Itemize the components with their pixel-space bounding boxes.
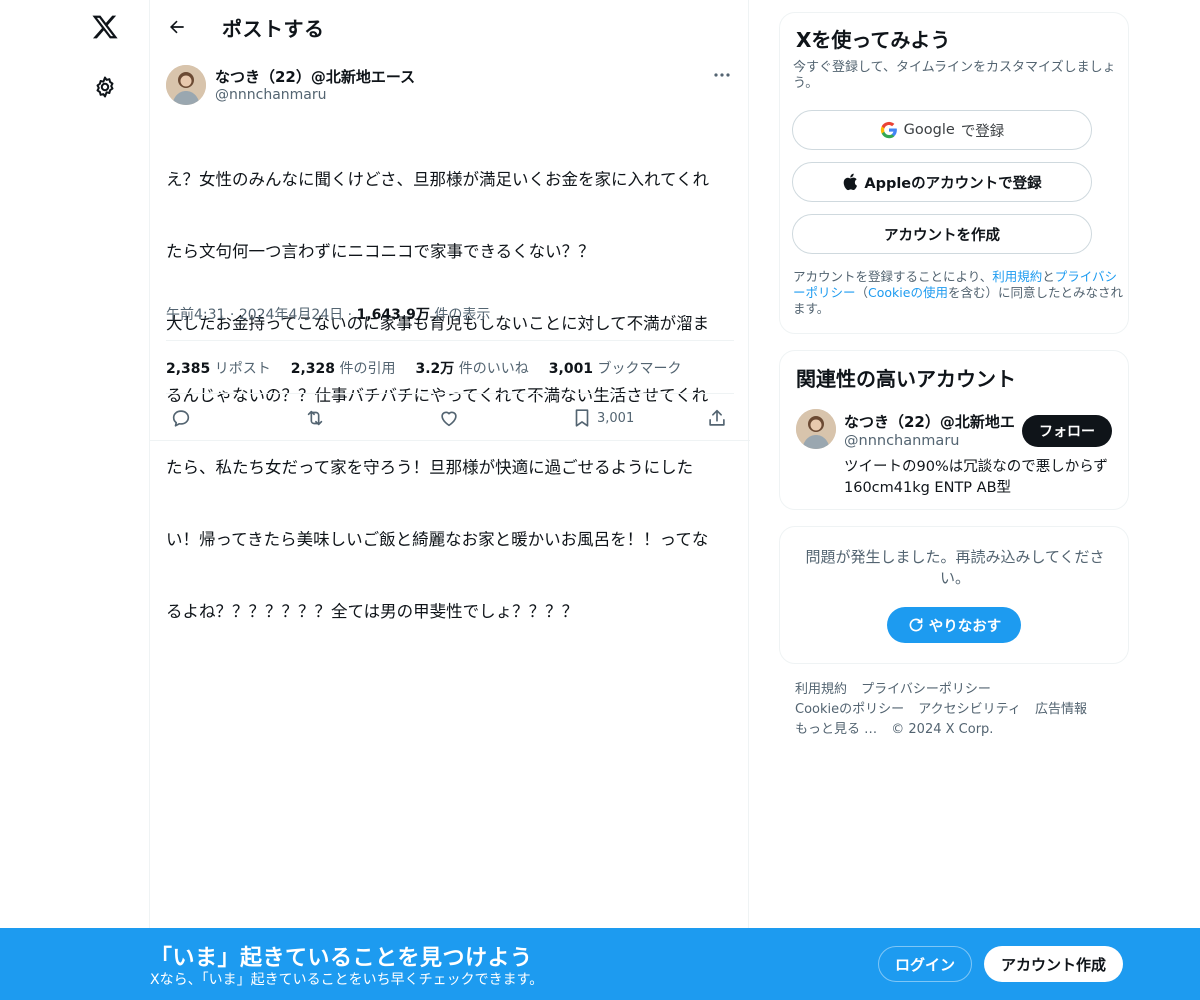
views-label: 件の表示 bbox=[434, 307, 491, 323]
signup-button[interactable]: アカウント作成 bbox=[984, 946, 1123, 982]
post-text-line: るよね？？？？？？？全ては男の甲斐性でしょ？？？？ bbox=[166, 602, 579, 621]
views-count: 1,643.9万 bbox=[356, 307, 430, 323]
create-account-label: アカウントを作成 bbox=[884, 227, 1000, 244]
page-title: ポストする bbox=[222, 17, 325, 41]
bookmarks-stat[interactable]: 3,001 ブックマーク bbox=[549, 358, 682, 378]
footer-links: 利用規約 プライバシーポリシー Cookieのポリシー アクセシビリティ 広告情… bbox=[795, 680, 1135, 740]
header: ポストする bbox=[150, 0, 750, 53]
reposts-stat[interactable]: 2,385 リポスト bbox=[166, 358, 271, 378]
post-date[interactable]: 2024年4月24日 bbox=[239, 307, 343, 323]
footer-link-cookie[interactable]: Cookieのポリシー bbox=[795, 702, 904, 717]
google-signup-brand: Google bbox=[903, 122, 955, 138]
gear-icon[interactable] bbox=[91, 73, 119, 101]
reply-icon bbox=[172, 410, 190, 427]
more-options-button[interactable] bbox=[710, 64, 734, 86]
bookmark-count: 3,001 bbox=[597, 410, 635, 426]
quotes-stat[interactable]: 2,328 件の引用 bbox=[291, 358, 396, 378]
retry-button[interactable]: やりなおす bbox=[887, 607, 1021, 643]
copyright: © 2024 X Corp. bbox=[891, 722, 994, 737]
related-account-handle[interactable]: @nnnchanmaru bbox=[844, 433, 959, 449]
post-text-line: え？女性のみんなに聞くけどさ、旦那様が満足いくお金を家に入れてくれ bbox=[166, 170, 710, 189]
post-meta: 午前4:31 · 2024年4月24日 · 1,643.9万 件の表示 bbox=[166, 307, 491, 323]
apple-signup-label: Appleのアカウントで登録 bbox=[864, 175, 1042, 192]
repost-button[interactable] bbox=[303, 404, 327, 432]
post-author: なつき（22）@北新地エース @nnnchanmaru bbox=[166, 64, 736, 108]
share-icon bbox=[709, 409, 725, 426]
related-account-bio: ツイートの90%は冗談なので悪しからず 160cm41kg ENTP AB型 bbox=[844, 459, 1108, 496]
author-handle[interactable]: @nnnchanmaru bbox=[215, 87, 327, 103]
post-time[interactable]: 午前4:31 bbox=[166, 307, 225, 323]
terms-link[interactable]: 利用規約 bbox=[992, 269, 1042, 284]
divider bbox=[166, 393, 734, 394]
create-account-button[interactable]: アカウントを作成 bbox=[792, 214, 1092, 254]
bookmark-icon bbox=[575, 409, 589, 427]
x-logo-icon[interactable] bbox=[86, 8, 124, 46]
post-text-line: たら文句何一つ言わずにニコニコで家事できるくない？？ bbox=[166, 242, 595, 261]
post-text-line: い！帰ってきたら美味しいご飯と綺麗なお家と暖かいお風呂を！！ってな bbox=[166, 530, 709, 549]
error-message: 問題が発生しました。再読み込みしてください。 bbox=[805, 548, 1105, 587]
apple-icon bbox=[844, 173, 858, 191]
likes-stat[interactable]: 3.2万 件のいいね bbox=[416, 358, 529, 378]
footer-link-more[interactable]: もっと見る … bbox=[795, 722, 877, 737]
bottom-banner: 「いま」起きていることを見つけよう Xなら、「いま」起きていることをいち早くチェ… bbox=[0, 928, 1200, 1000]
avatar[interactable] bbox=[796, 409, 836, 449]
main-column: ポストする なつき（22）@北新地エース @nnnchanmaru え？女性のみ… bbox=[149, 0, 750, 1000]
footer-link-terms[interactable]: 利用規約 bbox=[795, 682, 847, 697]
footer-link-ads[interactable]: 広告情報 bbox=[1035, 702, 1087, 717]
more-icon bbox=[714, 73, 730, 77]
banner-title: 「いま」起きていることを見つけよう bbox=[150, 946, 533, 971]
google-signup-label: で登録 bbox=[960, 123, 1005, 140]
signup-subtitle: 今すぐ登録して、タイムラインをカスタマイズしましょう。 bbox=[793, 60, 1116, 91]
error-card: 問題が発生しました。再読み込みしてください。 やりなおす bbox=[779, 526, 1129, 664]
google-signup-button[interactable]: Google で登録 bbox=[792, 110, 1092, 150]
cookie-link[interactable]: Cookieの使用 bbox=[868, 285, 948, 300]
signup-card: Xを使ってみよう 今すぐ登録して、タイムラインをカスタマイズしましょう。 Goo… bbox=[779, 12, 1129, 334]
post-text-line: たら、私たち女だって家を守ろう！旦那様が快適に過ごせるようにした bbox=[166, 458, 694, 477]
post-actions: 3,001 bbox=[166, 404, 736, 432]
bookmark-button[interactable]: 3,001 bbox=[571, 404, 634, 432]
post-text: え？女性のみんなに聞くけどさ、旦那様が満足いくお金を家に入れてくれ たら文句何一… bbox=[166, 120, 736, 672]
like-button[interactable] bbox=[438, 404, 460, 432]
signup-card-title: Xを使ってみよう bbox=[796, 28, 951, 52]
retry-label: やりなおす bbox=[928, 618, 1002, 635]
author-name[interactable]: なつき（22）@北新地エース bbox=[215, 66, 415, 87]
follow-button[interactable]: フォロー bbox=[1022, 415, 1112, 447]
banner-subtitle: Xなら、「いま」起きていることをいち早くチェックできます。 bbox=[150, 972, 544, 988]
heart-icon bbox=[441, 411, 457, 427]
google-icon bbox=[880, 121, 897, 139]
post-stats: 2,385 リポスト 2,328 件の引用 3.2万 件のいいね 3,001 ブ… bbox=[166, 358, 682, 378]
login-button[interactable]: ログイン bbox=[878, 946, 972, 982]
share-button[interactable] bbox=[706, 404, 728, 432]
arrow-left-icon bbox=[170, 20, 184, 34]
apple-signup-button[interactable]: Appleのアカウントで登録 bbox=[792, 162, 1092, 202]
signup-legal-text: アカウントを登録することにより、利用規約とプライバシーポリシー（Cookieの使… bbox=[793, 269, 1123, 316]
related-account-name[interactable]: なつき（22）@北新地エ bbox=[844, 411, 1015, 432]
refresh-icon bbox=[909, 618, 923, 632]
footer-link-privacy[interactable]: プライバシーポリシー bbox=[861, 682, 991, 697]
reply-button[interactable] bbox=[170, 404, 192, 432]
related-accounts-card: 関連性の高いアカウント なつき（22）@北新地エ @nnnchanmaru フォ… bbox=[779, 350, 1129, 510]
avatar[interactable] bbox=[166, 65, 206, 105]
footer-link-accessibility[interactable]: アクセシビリティ bbox=[918, 702, 1021, 717]
repost-icon bbox=[307, 410, 323, 426]
divider bbox=[150, 440, 750, 441]
left-nav bbox=[0, 0, 150, 1000]
related-card-title: 関連性の高いアカウント bbox=[796, 367, 1016, 391]
back-button[interactable] bbox=[164, 14, 190, 40]
divider bbox=[166, 340, 734, 341]
